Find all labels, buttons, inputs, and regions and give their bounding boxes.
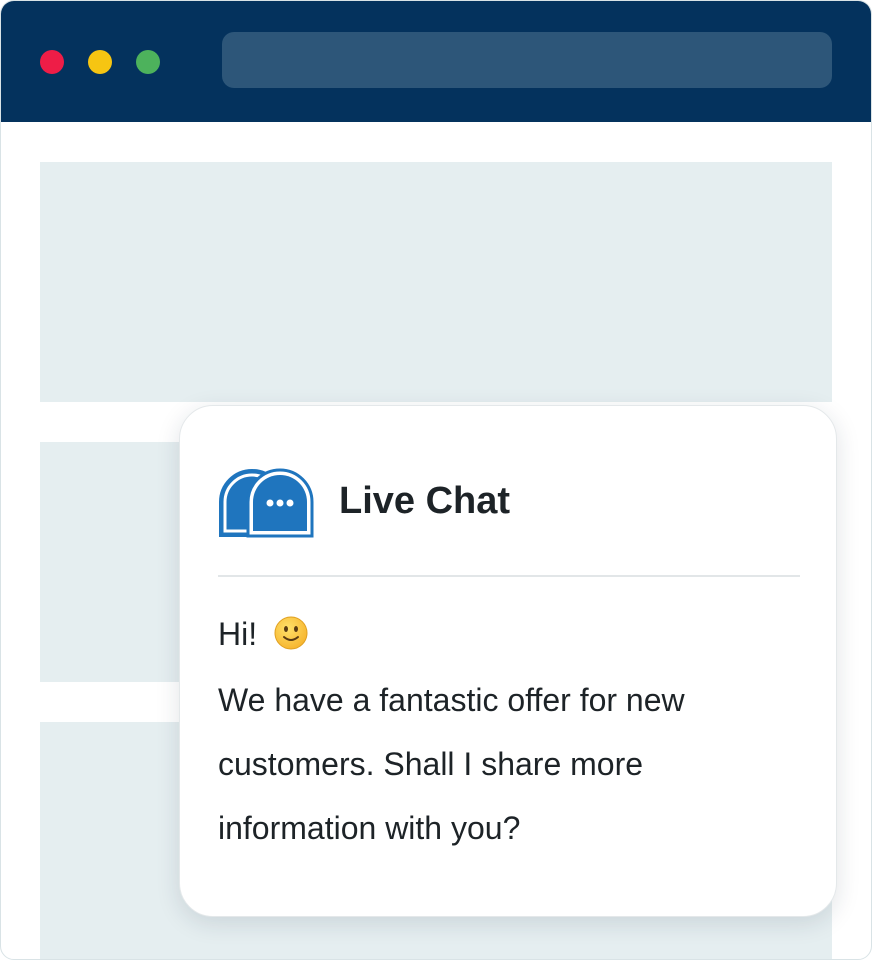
browser-titlebar [1, 1, 871, 122]
chat-title: Live Chat [339, 480, 511, 522]
chat-greeting-line: Hi! [218, 612, 308, 656]
content-placeholder-block [40, 162, 832, 402]
slightly-smiling-face-icon [274, 616, 308, 650]
live-chat-popup[interactable]: Live Chat Hi! We have a fantastic offer … [179, 405, 837, 917]
chat-bubbles-icon [219, 468, 314, 538]
address-bar[interactable] [222, 32, 832, 88]
close-window-button[interactable] [40, 50, 64, 74]
minimize-window-button[interactable] [88, 50, 112, 74]
chat-message: We have a fantastic offer for new custom… [218, 682, 685, 846]
chat-divider [218, 575, 800, 577]
maximize-window-button[interactable] [136, 50, 160, 74]
chat-greeting: Hi! [218, 616, 258, 652]
